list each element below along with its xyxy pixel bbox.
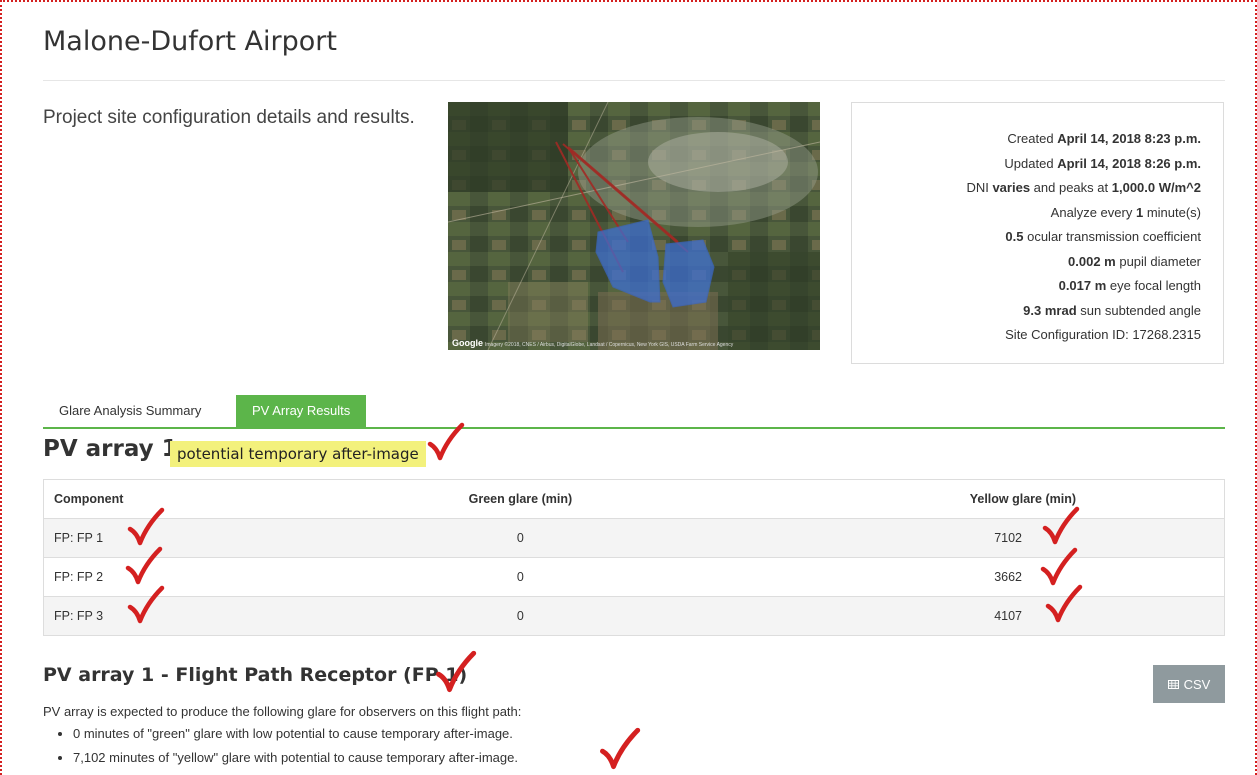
row-yellow-glare: 4107 — [994, 609, 1022, 623]
checkmark-icon — [436, 650, 477, 693]
checkmark-icon — [1042, 506, 1080, 545]
csv-label: CSV — [1183, 676, 1211, 692]
site-map[interactable]: Google Imagery ©2018, CNES / Airbus, Digi… — [448, 102, 820, 350]
checkmark-icon — [427, 422, 465, 461]
created-line: Created April 14, 2018 8:23 p.m. — [1007, 131, 1201, 146]
satellite-map-image — [448, 102, 820, 350]
header-green-glare: Green glare (min) — [468, 492, 573, 506]
site-description: Project site configuration details and r… — [43, 107, 415, 128]
checkmark-icon — [127, 585, 165, 624]
row-component: FP: FP 3 — [54, 609, 104, 623]
configuration-details: Created April 14, 2018 8:23 p.m. Updated… — [851, 102, 1224, 364]
sun-angle-line: 9.3 mrad sun subtended angle — [1023, 302, 1201, 318]
row-green-glare: 0 — [516, 570, 524, 584]
row-green-glare: 0 — [516, 609, 524, 623]
checkmark-icon — [600, 727, 641, 770]
page-title: Malone-Dufort Airport — [43, 26, 337, 57]
receptor-title: PV array 1 - Flight Path Receptor (FP 1) — [43, 664, 468, 686]
tab-pv-array-results[interactable]: PV Array Results — [236, 395, 367, 427]
checkmark-icon — [125, 546, 163, 585]
checkmark-icon — [1045, 584, 1083, 623]
row-yellow-glare: 7102 — [994, 531, 1022, 545]
google-logo: Google — [452, 338, 483, 348]
glare-level-badge: potential temporary after-image — [170, 441, 426, 467]
row-yellow-glare: 3662 — [994, 570, 1022, 584]
title-divider — [43, 80, 1225, 81]
pupil-line: 0.002 m pupil diameter — [1068, 253, 1201, 269]
checkmark-icon — [127, 507, 165, 546]
receptor-description: PV array is expected to produce the foll… — [43, 704, 522, 719]
config-id-line: Site Configuration ID: 17268.2315 — [1005, 327, 1201, 342]
list-item: 7,102 minutes of "yellow" glare with pot… — [73, 746, 518, 770]
ocular-line: 0.5 ocular transmission coefficient — [1005, 229, 1201, 244]
focal-line: 0.017 m eye focal length — [1058, 278, 1201, 293]
row-green-glare: 0 — [516, 531, 524, 545]
dni-line: DNI varies and peaks at 1,000.0 W/m^2 — [966, 180, 1201, 195]
row-component: FP: FP 1 — [54, 531, 104, 545]
map-attribution: Imagery ©2018, CNES / Airbus, DigitalGlo… — [485, 342, 734, 348]
tab-underline — [43, 427, 1225, 429]
updated-line: Updated April 14, 2018 8:26 p.m. — [1004, 155, 1201, 171]
glare-bullet-list: 0 minutes of "green" glare with low pote… — [43, 722, 518, 770]
row-component: FP: FP 2 — [54, 570, 104, 584]
analyze-line: Analyze every 1 minute(s) — [1050, 204, 1201, 220]
pv-array-title: PV array 1 — [43, 436, 178, 462]
checkmark-icon — [1040, 547, 1078, 586]
csv-download-button[interactable]: CSV — [1153, 665, 1225, 703]
header-component: Component — [54, 492, 124, 506]
list-item: 0 minutes of "green" glare with low pote… — [73, 722, 518, 746]
map-credit: Google Imagery ©2018, CNES / Airbus, Digi… — [452, 338, 733, 348]
table-grid-icon — [1167, 679, 1179, 689]
header-yellow-glare: Yellow glare (min) — [969, 492, 1076, 506]
tab-glare-analysis-summary[interactable]: Glare Analysis Summary — [43, 395, 217, 427]
